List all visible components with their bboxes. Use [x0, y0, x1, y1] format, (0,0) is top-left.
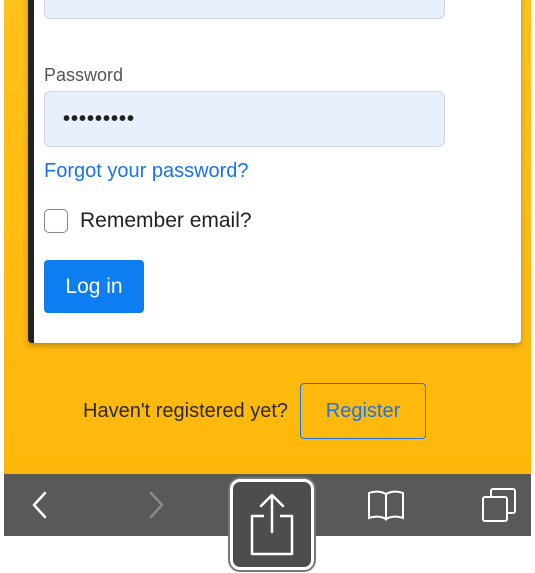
register-prompt: Haven't registered yet?: [83, 399, 289, 422]
password-input[interactable]: •••••••••: [44, 91, 445, 147]
chevron-left-icon[interactable]: [24, 474, 54, 536]
remember-email-checkbox[interactable]: [44, 209, 68, 233]
chevron-right-icon[interactable]: [142, 474, 172, 536]
remember-email-row[interactable]: Remember email?: [44, 209, 252, 233]
register-row: Haven't registered yet? Register: [83, 383, 427, 439]
share-button[interactable]: [230, 479, 314, 570]
forgot-password-link[interactable]: Forgot your password?: [44, 160, 249, 183]
email-input[interactable]: [44, 0, 445, 19]
password-label: Password: [44, 65, 124, 85]
share-icon: [250, 493, 294, 555]
register-button[interactable]: Register: [300, 383, 427, 439]
remember-email-label: Remember email?: [80, 209, 252, 232]
login-button[interactable]: Log in: [44, 260, 144, 313]
book-icon[interactable]: [364, 474, 408, 536]
tabs-icon[interactable]: [477, 474, 521, 536]
